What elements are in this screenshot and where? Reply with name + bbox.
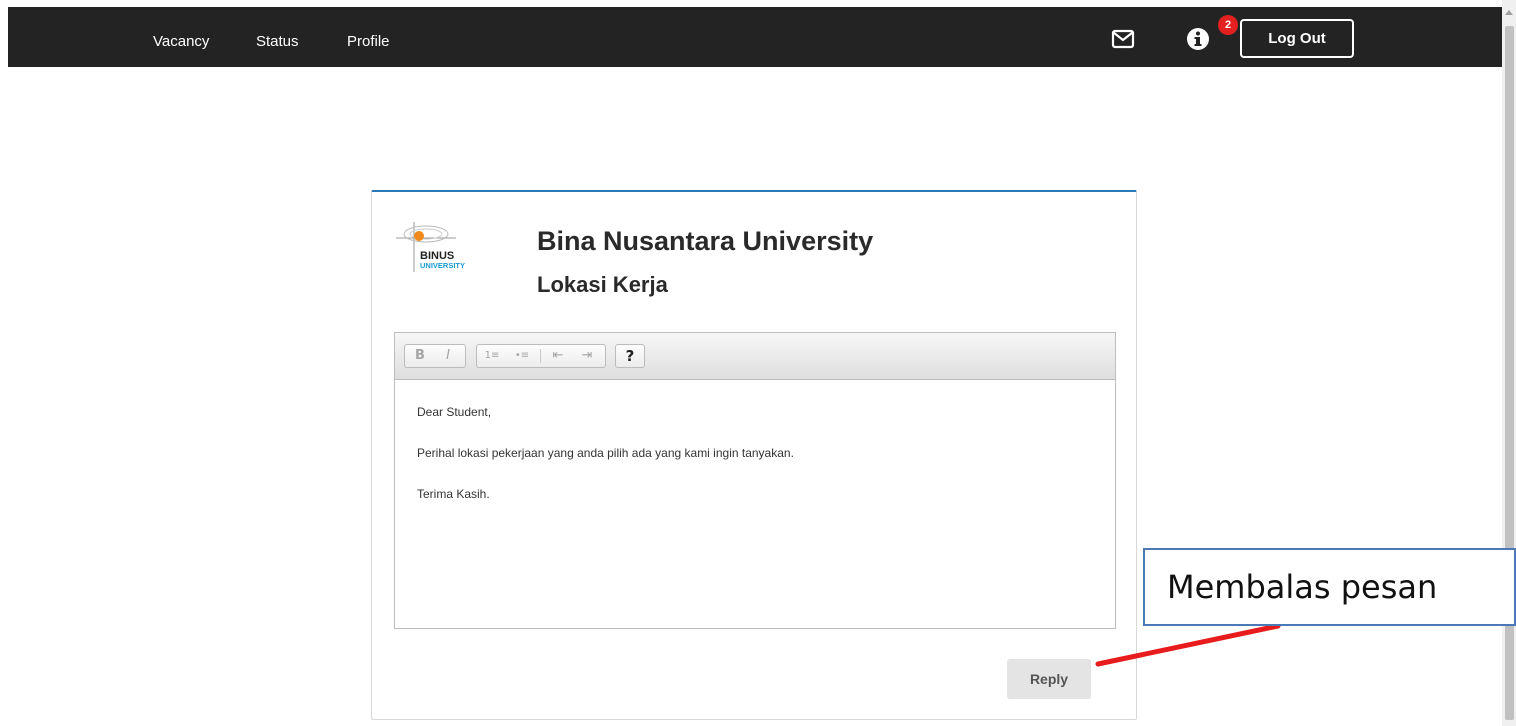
nav-profile[interactable]: Profile [347, 33, 390, 50]
message-subject: Lokasi Kerja [537, 272, 668, 297]
italic-button[interactable]: I [437, 345, 459, 367]
rich-text-editor[interactable]: B I 1≡ •≡ ⇤ ⇥ ? Dear Student, Perihal lo… [394, 332, 1116, 629]
format-group: B I [404, 344, 466, 368]
indent-icon[interactable]: ⇥ [576, 345, 598, 367]
annotation-callout: Membalas pesan [1143, 548, 1516, 626]
info-icon[interactable] [1183, 24, 1213, 54]
binus-logo: BINUS UNIVERSITY [396, 222, 465, 272]
logout-button[interactable]: Log Out [1240, 19, 1354, 58]
message-line: Dear Student, [417, 405, 492, 419]
mail-icon[interactable] [1110, 26, 1136, 52]
message-line: Terima Kasih. [417, 487, 490, 501]
list-group: 1≡ •≡ ⇤ ⇥ [476, 344, 606, 368]
notification-badge: 2 [1218, 15, 1238, 35]
help-group: ? [615, 344, 645, 368]
logo-text-university: UNIVERSITY [420, 261, 465, 270]
help-button[interactable]: ? [619, 345, 641, 367]
bold-button[interactable]: B [409, 345, 431, 367]
reply-button[interactable]: Reply [1007, 659, 1091, 699]
scroll-up-arrow-icon[interactable] [1505, 10, 1513, 15]
message-body[interactable]: Dear Student, Perihal lokasi pekerjaan y… [417, 405, 794, 528]
annotation-arrow [1095, 623, 1281, 667]
nav-status[interactable]: Status [256, 33, 299, 50]
top-navbar: Vacancy Status Profile 2 Log Out [8, 7, 1502, 67]
message-card: BINUS UNIVERSITY Bina Nusantara Universi… [371, 190, 1137, 720]
editor-toolbar: B I 1≡ •≡ ⇤ ⇥ ? [395, 333, 1115, 380]
ordered-list-icon[interactable]: 1≡ [481, 345, 503, 367]
sender-name: Bina Nusantara University [537, 226, 874, 256]
message-line: Perihal lokasi pekerjaan yang anda pilih… [417, 446, 794, 460]
unordered-list-icon[interactable]: •≡ [511, 345, 533, 367]
outdent-icon[interactable]: ⇤ [547, 345, 569, 367]
nav-vacancy[interactable]: Vacancy [153, 33, 209, 50]
toolbar-separator [540, 349, 541, 363]
